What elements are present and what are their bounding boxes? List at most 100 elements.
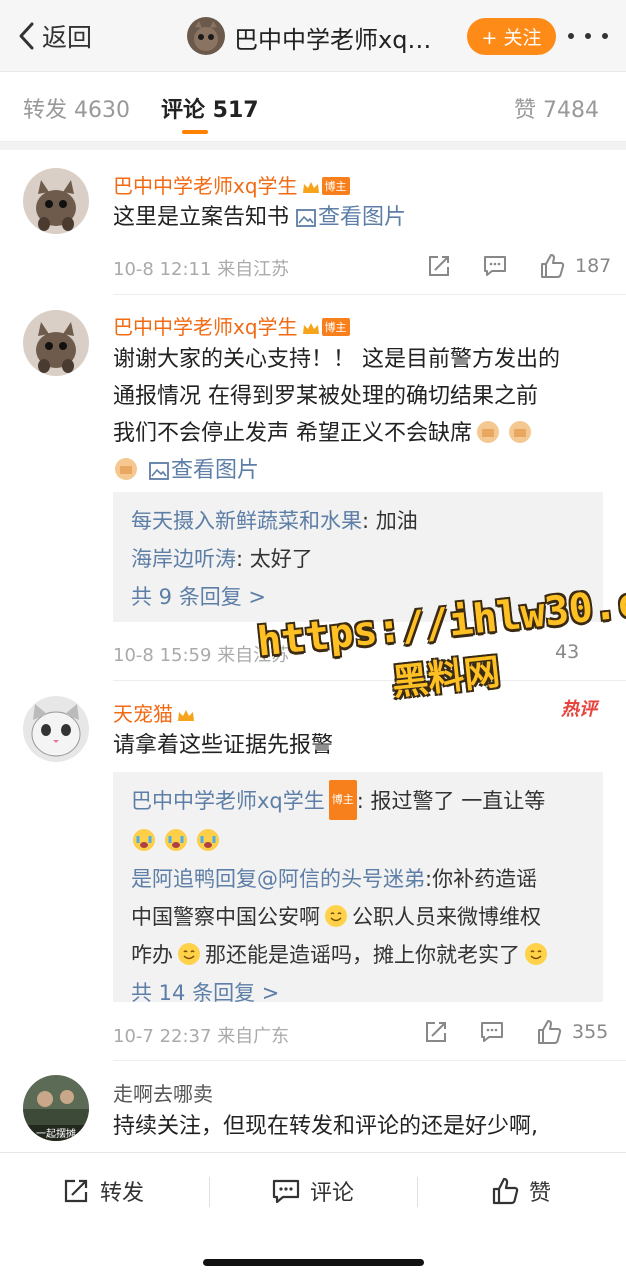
comment-divider xyxy=(113,680,626,681)
tab-reposts[interactable]: 转发 4630 xyxy=(23,92,130,124)
like-count: 355 xyxy=(572,1021,609,1043)
like-icon[interactable] xyxy=(536,1019,562,1045)
top-navigation-bar: 返回 巴中中学老师xq… + 关注 xyxy=(0,0,626,72)
comment-line: 我们不会停止发声 希望正义不会缺席 xyxy=(113,421,472,446)
comment-line: 通报情况 在得到罗某被处理的确切结果之前 xyxy=(113,384,538,409)
fist-emoji-icon xyxy=(477,421,499,443)
repost-button[interactable]: 转发 xyxy=(62,1173,144,1209)
comment-button[interactable]: 评论 xyxy=(272,1173,354,1209)
comment-meta: 10-8 12:11 来自江苏 xyxy=(113,255,289,281)
comment-icon xyxy=(272,1179,300,1204)
reply-username[interactable]: 是阿追鸭 xyxy=(131,867,215,891)
comment-body: 这里是立案告知书 xyxy=(113,205,290,230)
comment-text: 谢谢大家的关心支持！！ 这是目前警方发出的 通报情况 在得到罗某被处理的确切结果… xyxy=(113,341,603,489)
reply-item: 中国警察中国公安啊 公职人员来微博维权 xyxy=(131,898,585,936)
username-text: 巴中中学老师xq学生 xyxy=(113,315,298,339)
more-replies-link[interactable]: 共 9 条回复 > xyxy=(131,578,585,616)
comment-actions: 187 xyxy=(427,251,611,281)
back-button[interactable]: 返回 xyxy=(16,16,92,56)
reply-text: : 太好了 xyxy=(236,547,313,571)
smile-emoji-icon xyxy=(525,943,547,965)
reply-item: 咋办 那还能是造谣吗，摊上你就老实了 xyxy=(131,936,585,974)
tab-comments[interactable]: 评论 517 xyxy=(161,92,259,124)
follow-button[interactable]: + 关注 xyxy=(467,18,556,55)
reply-text: : 报过警了 一直让等 xyxy=(356,789,546,813)
comment-time: 10-8 12:11 xyxy=(113,259,212,280)
reply-icon[interactable] xyxy=(480,1020,504,1044)
reply-text: 咋办 xyxy=(131,943,173,967)
author-badge: 博主 xyxy=(328,780,357,820)
comment-location: 来自广东 xyxy=(217,1026,290,1047)
comment-divider xyxy=(113,294,626,295)
comment-username[interactable]: 走啊去哪卖 xyxy=(113,1078,213,1107)
comment-username[interactable]: 巴中中学老师xq学生 博主 xyxy=(113,311,350,340)
home-indicator xyxy=(203,1259,424,1266)
like-icon[interactable] xyxy=(539,253,565,279)
avatar[interactable] xyxy=(23,168,89,234)
comment-label: 评论 xyxy=(310,1181,355,1206)
like-button[interactable]: 赞 xyxy=(491,1173,551,1209)
reply-keyword: 回复 xyxy=(215,867,257,891)
share-icon[interactable] xyxy=(427,254,451,278)
reply-item: 巴中中学老师xq学生 博主: 报过警了 一直让等 xyxy=(131,780,585,822)
bar-divider xyxy=(209,1177,210,1207)
comment-body: 持续关注，但现在转发和评论的还是好少啊, xyxy=(113,1114,538,1139)
username-text: 天宠猫 xyxy=(113,702,173,726)
fist-emoji-icon xyxy=(509,421,531,443)
thumbs-up-icon xyxy=(492,1177,519,1205)
avatar-caption: 一起摆摊 xyxy=(36,1127,76,1140)
view-image-link[interactable]: 查看图片 xyxy=(149,458,259,483)
reply-item: 海岸边听涛: 太好了 xyxy=(131,540,585,578)
reply-preview-box[interactable]: 每天摄入新鲜蔬菜和水果: 加油 海岸边听涛: 太好了 共 9 条回复 > xyxy=(113,492,603,622)
more-replies-link[interactable]: 共 14 条回复 > xyxy=(131,974,585,1012)
smile-emoji-icon xyxy=(178,943,200,965)
comment-text: 请拿着这些证据先报警 xyxy=(113,727,603,764)
reply-text: 那还能是造谣吗，摊上你就老实了 xyxy=(205,943,520,967)
comment-meta: 10-8 15:59 来自江苏 xyxy=(113,641,289,667)
repost-icon xyxy=(64,1179,88,1203)
reply-username[interactable]: 每天摄入新鲜蔬菜和水果 xyxy=(131,509,362,533)
comment-username[interactable]: 天宠猫 xyxy=(113,698,195,727)
avatar[interactable] xyxy=(23,310,89,376)
tab-bar: 转发 4630 评论 517 赞 7484 xyxy=(0,72,626,142)
reply-item: 每天摄入新鲜蔬菜和水果: 加油 xyxy=(131,502,585,540)
watermark-name: 黑料网 xyxy=(390,651,502,704)
repost-label: 转发 xyxy=(100,1181,145,1206)
reply-text: : 加油 xyxy=(362,509,418,533)
tab-likes[interactable]: 赞 7484 xyxy=(514,92,599,124)
reply-text: 中国警察中国公安啊 xyxy=(131,905,320,929)
chevron-left-icon xyxy=(19,22,34,50)
comment-actions: 355 xyxy=(424,1017,608,1047)
crying-emoji-icon xyxy=(165,829,187,851)
bar-divider xyxy=(417,1177,418,1207)
comment-username[interactable]: 巴中中学老师xq学生 博主 xyxy=(113,170,350,199)
avatar[interactable] xyxy=(23,696,89,762)
reply-icon[interactable] xyxy=(483,254,507,278)
comment-time: 10-7 22:37 xyxy=(113,1026,212,1047)
reply-preview-box[interactable]: 巴中中学老师xq学生 博主: 报过警了 一直让等 是阿追鸭回复@阿信的头号迷弟:你… xyxy=(113,772,603,1005)
comment-actions: 43 xyxy=(545,637,579,667)
comment-location: 来自江苏 xyxy=(217,645,290,666)
comment-divider xyxy=(113,1060,626,1061)
view-image-label: 查看图片 xyxy=(171,458,260,483)
crying-emoji-icon xyxy=(197,829,219,851)
reply-username[interactable]: 巴中中学老师xq学生 xyxy=(131,789,325,813)
mention-link[interactable]: @阿信的头号迷弟 xyxy=(257,867,425,891)
share-icon[interactable] xyxy=(424,1020,448,1044)
comment-line: 谢谢大家的关心支持！！ 这是目前警方发出的 xyxy=(113,347,560,372)
crying-emoji-icon xyxy=(133,829,155,851)
more-options-icon[interactable] xyxy=(568,24,608,48)
comment-time: 10-8 15:59 xyxy=(113,645,212,666)
reply-text: :你补药造谣 xyxy=(425,867,538,891)
reply-emoji-line xyxy=(131,822,585,860)
username-text: 巴中中学老师xq学生 xyxy=(113,174,298,198)
view-image-label: 查看图片 xyxy=(318,205,407,230)
author-avatar[interactable] xyxy=(187,17,225,55)
view-image-link[interactable]: 查看图片 xyxy=(296,205,406,230)
avatar[interactable]: 一起摆摊 xyxy=(23,1075,89,1141)
active-tab-indicator xyxy=(182,130,208,134)
reply-text: 公职人员来微博维权 xyxy=(352,905,541,929)
like-count: 187 xyxy=(575,255,612,277)
reply-username[interactable]: 海岸边听涛 xyxy=(131,547,236,571)
reply-item: 是阿追鸭回复@阿信的头号迷弟:你补药造谣 xyxy=(131,860,585,898)
